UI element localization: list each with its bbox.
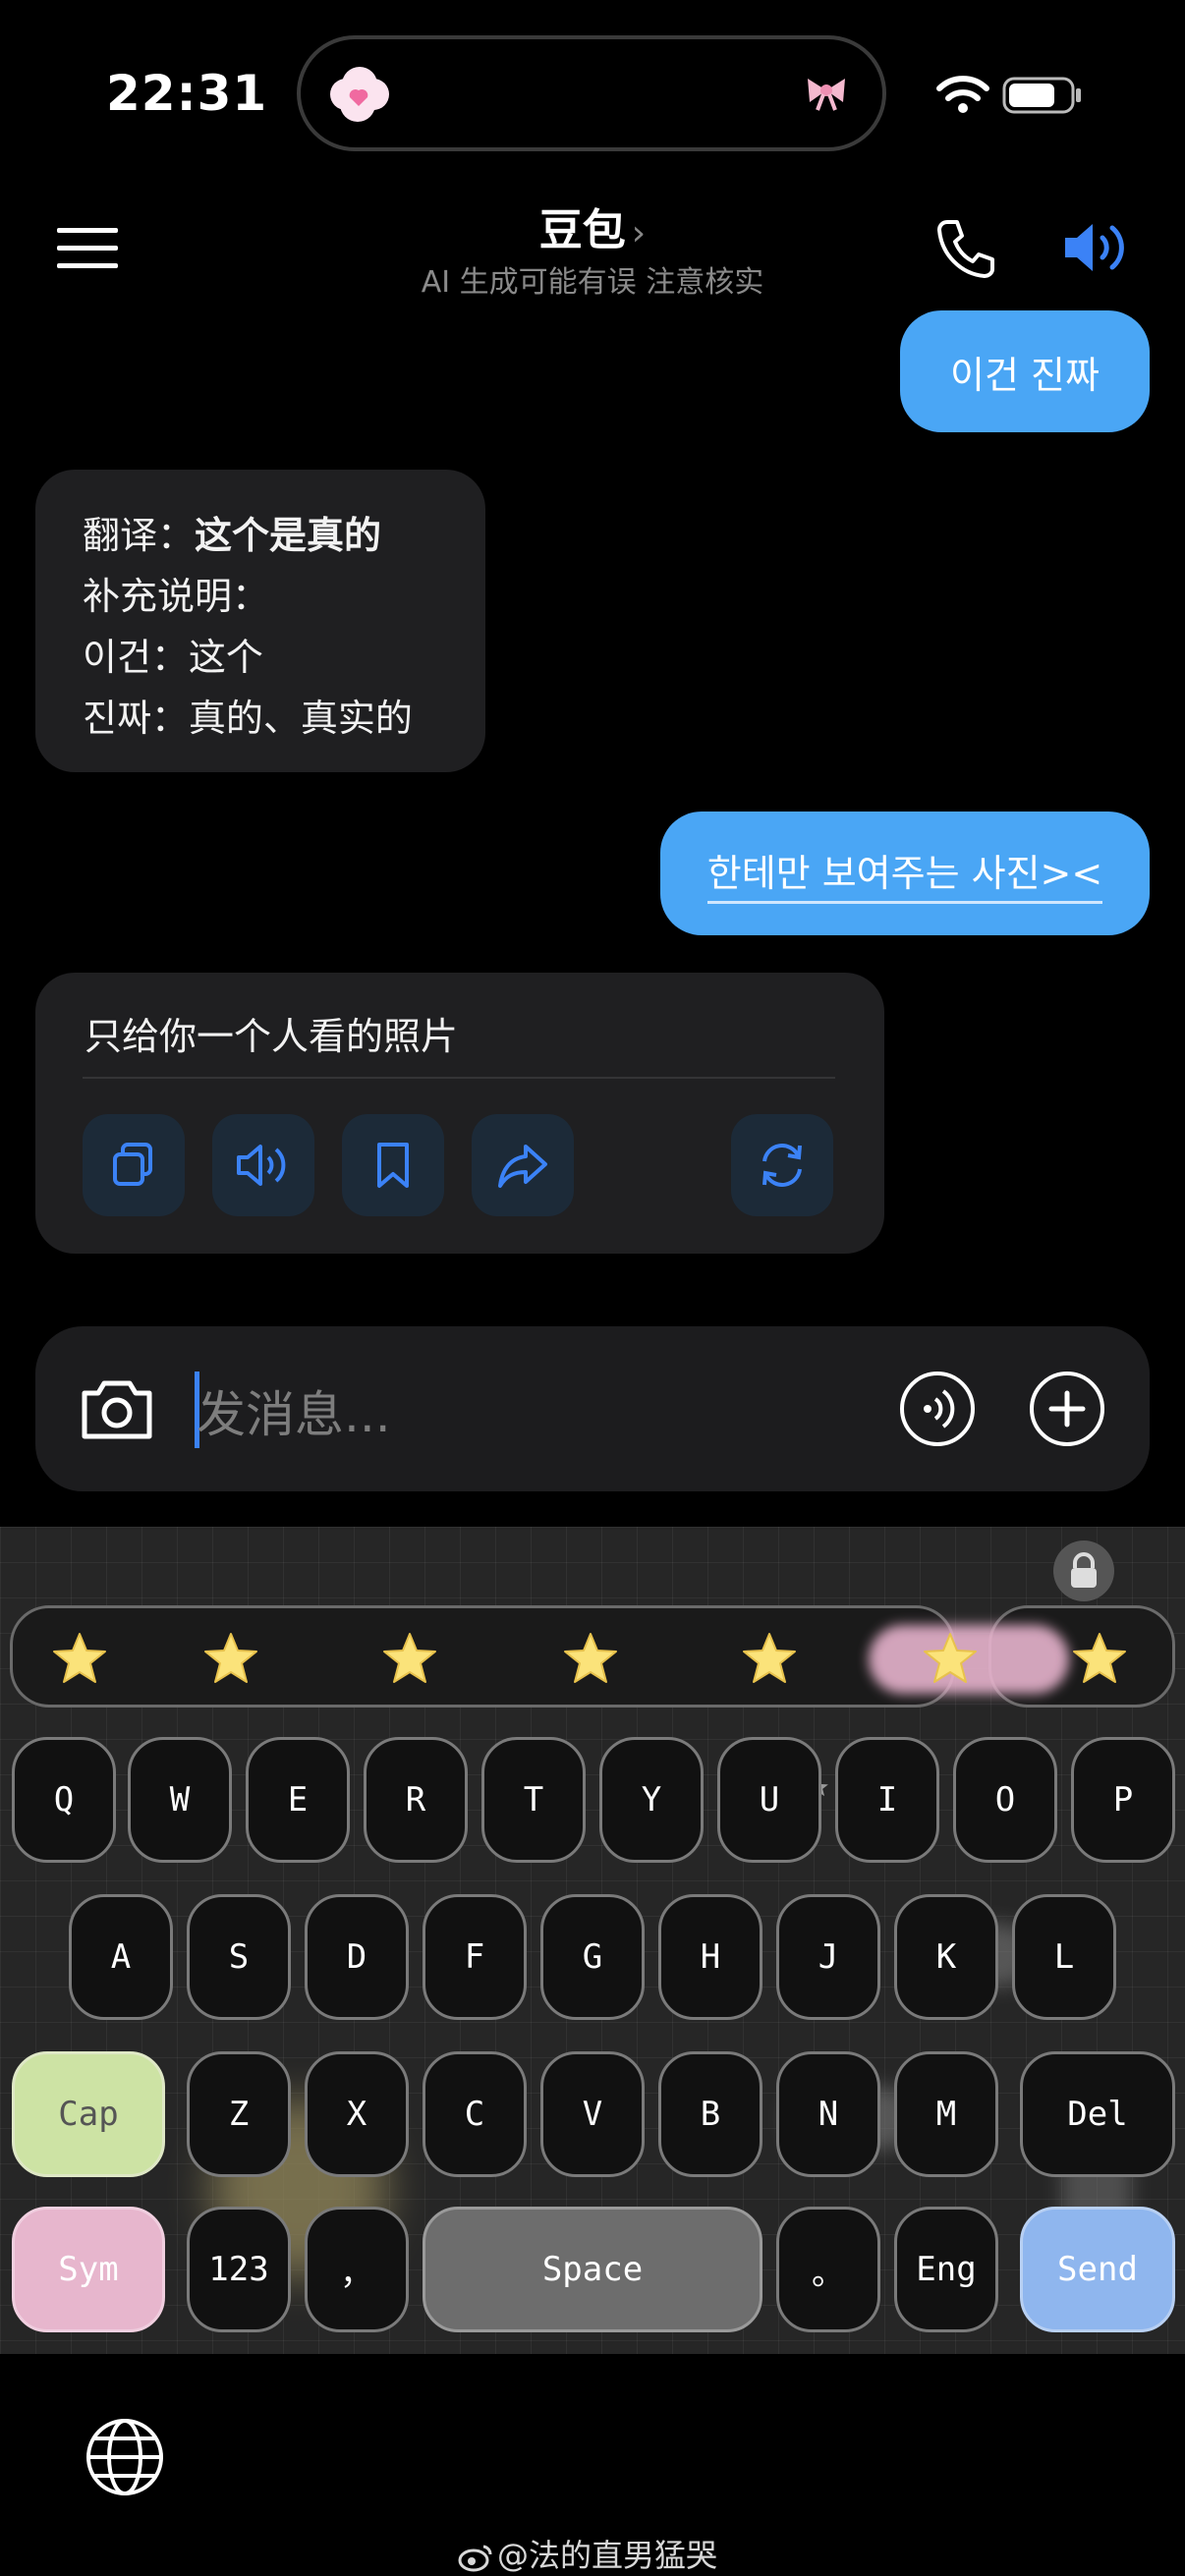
watermark: @法的直男猛哭	[458, 2531, 717, 2576]
numbers-key[interactable]: 123	[187, 2207, 291, 2332]
word-line: 진짜：真的、真实的	[83, 697, 413, 740]
read-aloud-button[interactable]	[212, 1114, 314, 1216]
delete-key[interactable]: Del	[1020, 2051, 1175, 2177]
wifi-icon	[936, 76, 989, 113]
translation-line: 翻译：这个是真的	[83, 514, 382, 557]
keyboard-lock-button[interactable]	[1053, 1540, 1114, 1601]
key-y[interactable]: Y	[599, 1737, 704, 1863]
user-message[interactable]: 한테만 보여주는 사진><	[660, 812, 1150, 935]
key-w[interactable]: W	[128, 1737, 232, 1863]
copy-button[interactable]	[83, 1114, 185, 1216]
key-n[interactable]: N	[776, 2051, 880, 2177]
globe-icon[interactable]	[85, 2417, 165, 2497]
regenerate-button[interactable]	[731, 1114, 833, 1216]
weibo-icon	[458, 2545, 492, 2572]
key-q[interactable]: Q	[12, 1737, 116, 1863]
star-icon	[564, 1633, 617, 1683]
note-line: 补充说明：	[83, 575, 270, 618]
voice-input-icon[interactable]	[898, 1370, 977, 1448]
key-z[interactable]: Z	[187, 2051, 291, 2177]
star-icon	[53, 1633, 106, 1683]
chevron-right-icon: ›	[631, 213, 647, 253]
key-c[interactable]: C	[423, 2051, 527, 2177]
status-time: 22:31	[106, 65, 268, 122]
chat-title[interactable]: 豆包 ›	[393, 195, 792, 257]
message-input[interactable]: 发消息...	[197, 1375, 391, 1446]
assistant-message[interactable]: 只给你一个人看的照片	[35, 973, 884, 1254]
key-v[interactable]: V	[540, 2051, 645, 2177]
assistant-message[interactable]: 翻译：这个是真的 补充说明： 이건：这个 진짜：真的、真实的	[35, 470, 485, 772]
key-h[interactable]: H	[658, 1894, 762, 2020]
regenerate-icon	[762, 1144, 802, 1187]
phone-icon[interactable]	[935, 218, 996, 279]
bot-name: 豆包	[538, 205, 626, 255]
key-b[interactable]: B	[658, 2051, 762, 2177]
bow-sticker-icon	[808, 79, 845, 111]
plus-icon[interactable]	[1028, 1370, 1106, 1448]
language-switch-key[interactable]: Eng	[894, 2207, 998, 2332]
key-l[interactable]: L	[1012, 1894, 1116, 2020]
star-icon	[743, 1633, 796, 1683]
bookmark-icon	[377, 1143, 409, 1188]
key-r[interactable]: R	[364, 1737, 468, 1863]
caps-key[interactable]: Cap	[12, 2051, 165, 2177]
message-text: 只给你一个人看的照片	[85, 1015, 459, 1058]
bookmark-button[interactable]	[342, 1114, 444, 1216]
key-x[interactable]: X	[305, 2051, 409, 2177]
symbol-key[interactable]: Sym	[12, 2207, 165, 2332]
key-j[interactable]: J	[776, 1894, 880, 2020]
key-f[interactable]: F	[423, 1894, 527, 2020]
speaker-icon[interactable]	[1061, 216, 1132, 279]
divider	[83, 1077, 835, 1079]
key-d[interactable]: D	[305, 1894, 409, 2020]
share-icon	[498, 1145, 547, 1188]
send-key[interactable]: Send	[1020, 2207, 1175, 2332]
copy-icon	[113, 1143, 152, 1186]
star-icon	[924, 1633, 977, 1683]
key-e[interactable]: E	[246, 1737, 350, 1863]
star-icon	[204, 1633, 257, 1683]
key-o[interactable]: O	[953, 1737, 1057, 1863]
battery-icon	[1002, 77, 1081, 114]
lock-icon	[1071, 1552, 1097, 1588]
word-line: 이건：这个	[83, 636, 263, 679]
key-m[interactable]: M	[894, 2051, 998, 2177]
key-s[interactable]: S	[187, 1894, 291, 2020]
star-icon	[1073, 1633, 1126, 1683]
key-p[interactable]: P	[1071, 1737, 1175, 1863]
user-message[interactable]: 이건 진짜	[900, 310, 1150, 432]
comma-key[interactable]: ，	[305, 2207, 409, 2332]
key-t[interactable]: T	[481, 1737, 586, 1863]
read-aloud-icon	[237, 1145, 286, 1186]
star-icon	[383, 1633, 436, 1683]
space-key[interactable]: Space	[423, 2207, 762, 2332]
candidate-bar	[10, 1605, 955, 1708]
cloud-heart-sticker-icon	[330, 67, 389, 122]
key-i[interactable]: I	[835, 1737, 939, 1863]
period-key[interactable]: 。	[776, 2207, 880, 2332]
key-u[interactable]: U	[717, 1737, 821, 1863]
key-g[interactable]: G	[540, 1894, 645, 2020]
key-a[interactable]: A	[69, 1894, 173, 2020]
menu-icon[interactable]	[57, 226, 118, 269]
key-k[interactable]: K	[894, 1894, 998, 2020]
share-button[interactable]	[472, 1114, 574, 1216]
camera-icon[interactable]	[79, 1373, 155, 1444]
ai-disclaimer: AI 生成可能有误 注意核实	[421, 265, 764, 300]
